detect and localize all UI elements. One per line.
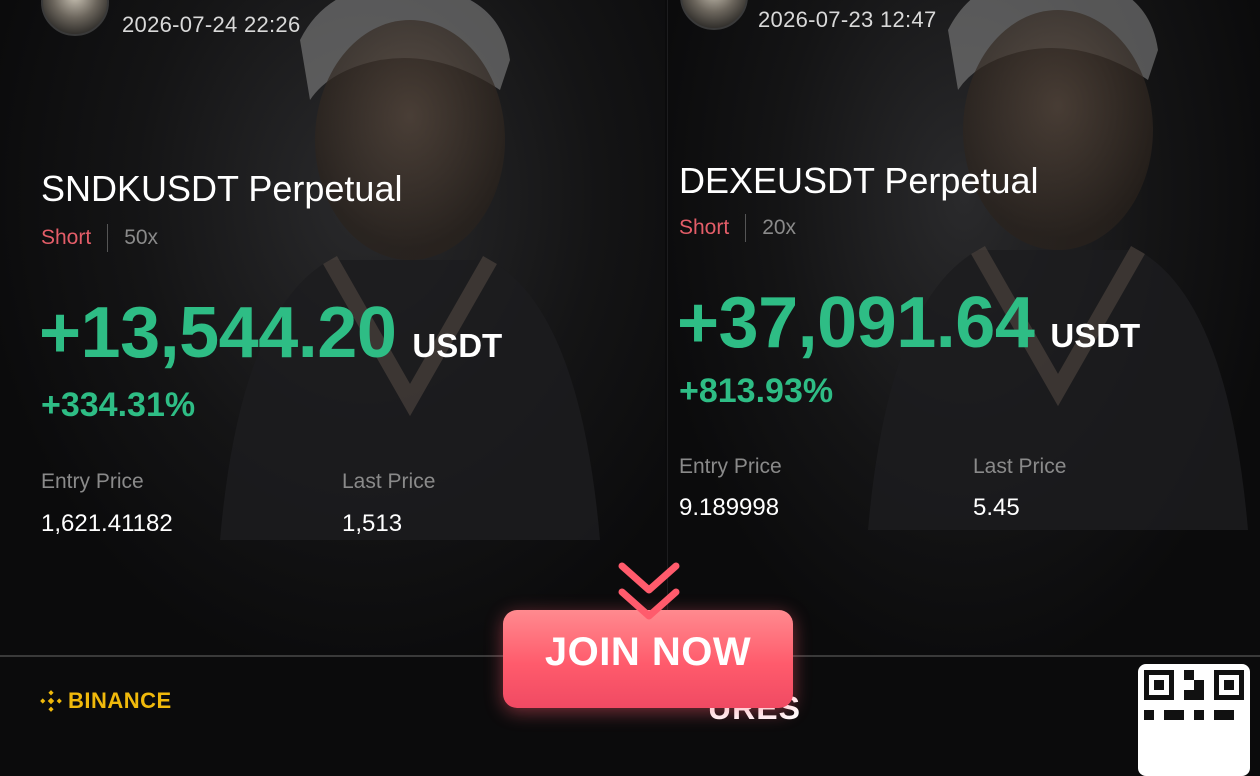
avatar	[41, 0, 109, 36]
pnl-value: +37,091.64	[677, 283, 1035, 363]
trade-card-left: 2026-07-24 22:26 SNDKUSDT Perpetual Shor…	[0, 0, 665, 655]
position-info: Short 50x	[41, 224, 158, 252]
binance-brand: BINANCE	[40, 688, 172, 714]
entry-price-value: 9.189998	[679, 494, 780, 521]
trade-card-right: 2026-07-23 12:47 DEXEUSDT Perpetual Shor…	[667, 0, 1260, 655]
timestamp: 2026-07-23 12:47	[758, 7, 937, 32]
entry-price-value: 1,621.41182	[41, 510, 173, 537]
last-price-value: 5.45	[973, 494, 1020, 521]
leverage: 20x	[762, 216, 797, 239]
contract-pair: SNDKUSDT Perpetual	[41, 168, 403, 209]
portrait-image	[220, 0, 600, 540]
qr-code-icon	[1138, 664, 1250, 776]
last-price-label: Last Price	[973, 455, 1067, 478]
pnl: +37,091.64 USDT	[677, 282, 1140, 364]
pnl-unit: USDT	[1050, 317, 1141, 354]
leverage: 50x	[124, 226, 159, 249]
avatar	[680, 0, 748, 30]
binance-logo-icon	[40, 690, 62, 712]
last-price-value: 1,513	[342, 510, 403, 537]
last-price-label: Last Price	[342, 470, 436, 493]
position-side: Short	[679, 216, 730, 239]
brand-name: BINANCE	[68, 688, 172, 713]
divider	[745, 214, 747, 242]
roi-percent: +813.93%	[679, 372, 834, 410]
double-chevron-down-icon	[618, 562, 680, 620]
timestamp: 2026-07-24 22:26	[122, 12, 301, 37]
entry-price-label: Entry Price	[41, 470, 144, 493]
portrait-image	[868, 0, 1248, 530]
roi-percent: +334.31%	[41, 386, 196, 424]
pnl-unit: USDT	[412, 327, 503, 364]
position-info: Short 20x	[679, 214, 796, 242]
pnl-value: +13,544.20	[39, 293, 397, 373]
qr-code-pattern	[1144, 670, 1244, 720]
contract-pair: DEXEUSDT Perpetual	[679, 160, 1039, 201]
entry-price-label: Entry Price	[679, 455, 782, 478]
position-side: Short	[41, 226, 92, 249]
divider	[107, 224, 109, 252]
pnl: +13,544.20 USDT	[39, 292, 502, 374]
